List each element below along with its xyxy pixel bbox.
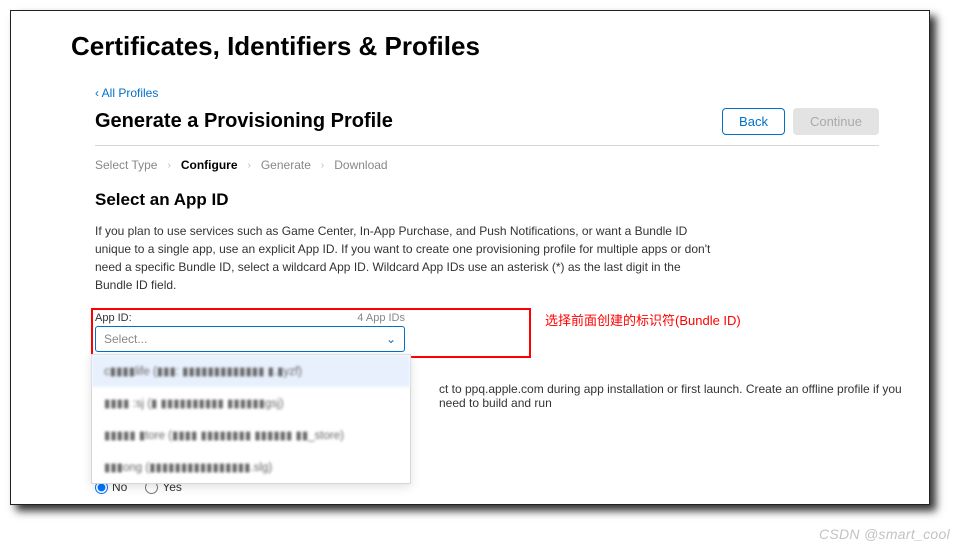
appid-dropdown: c▮▮▮▮life (▮▮▮: ▮▮▮▮▮▮▮▮▮▮▮▮▮ ▮.▮yzf) ▮▮…	[91, 354, 411, 484]
partial-text: ct to ppq.apple.com during app installat…	[439, 382, 909, 410]
back-link[interactable]: ‹ All Profiles	[95, 86, 158, 100]
button-row: Back Continue	[722, 108, 879, 135]
description-text: If you plan to use services such as Game…	[95, 222, 715, 294]
content: ‹ All Profiles Generate a Provisioning P…	[71, 84, 879, 494]
annotation-text: 选择前面创建的标识符(Bundle ID)	[545, 310, 741, 329]
watermark: CSDN @smart_cool	[819, 526, 950, 542]
section-title: Select an App ID	[95, 190, 879, 210]
chevron-right-icon: ›	[248, 160, 251, 171]
breadcrumb-step-2: Configure	[181, 158, 238, 172]
breadcrumb-step-4: Download	[334, 158, 387, 172]
appid-label: App ID:	[95, 312, 132, 324]
chevron-down-icon: ⌄	[386, 332, 396, 346]
subtitle: Generate a Provisioning Profile	[95, 110, 393, 133]
breadcrumb: Select Type › Configure › Generate › Dow…	[95, 158, 879, 172]
page-frame: Certificates, Identifiers & Profiles ‹ A…	[10, 10, 930, 505]
appid-option[interactable]: ▮▮▮ong (▮▮▮▮▮▮▮▮▮▮▮▮▮▮▮▮.slg)	[92, 451, 410, 483]
page-title: Certificates, Identifiers & Profiles	[71, 31, 879, 62]
appid-option[interactable]: ▮▮▮▮ :sj (▮ ▮▮▮▮▮▮▮▮▮▮ ▮▮▮▮▮▮gsj)	[92, 387, 410, 419]
appid-count: 4 App IDs	[357, 312, 405, 324]
chevron-right-icon: ›	[167, 160, 170, 171]
appid-select[interactable]: Select... ⌄	[95, 326, 405, 352]
appid-field: 选择前面创建的标识符(Bundle ID) App ID: 4 App IDs …	[95, 312, 415, 352]
back-button[interactable]: Back	[722, 108, 785, 135]
field-label-row: App ID: 4 App IDs	[95, 312, 405, 324]
chevron-right-icon: ›	[321, 160, 324, 171]
appid-placeholder: Select...	[104, 332, 147, 346]
header-row: Generate a Provisioning Profile Back Con…	[95, 108, 879, 146]
continue-button: Continue	[793, 108, 879, 135]
appid-option[interactable]: ▮▮▮▮▮ ▮tore (▮▮▮▮ ▮▮▮▮▮▮▮▮ ▮▮▮▮▮▮ ▮▮_sto…	[92, 419, 410, 451]
appid-option[interactable]: c▮▮▮▮life (▮▮▮: ▮▮▮▮▮▮▮▮▮▮▮▮▮ ▮.▮yzf)	[92, 355, 410, 387]
breadcrumb-step-3: Generate	[261, 158, 311, 172]
breadcrumb-step-1[interactable]: Select Type	[95, 158, 157, 172]
